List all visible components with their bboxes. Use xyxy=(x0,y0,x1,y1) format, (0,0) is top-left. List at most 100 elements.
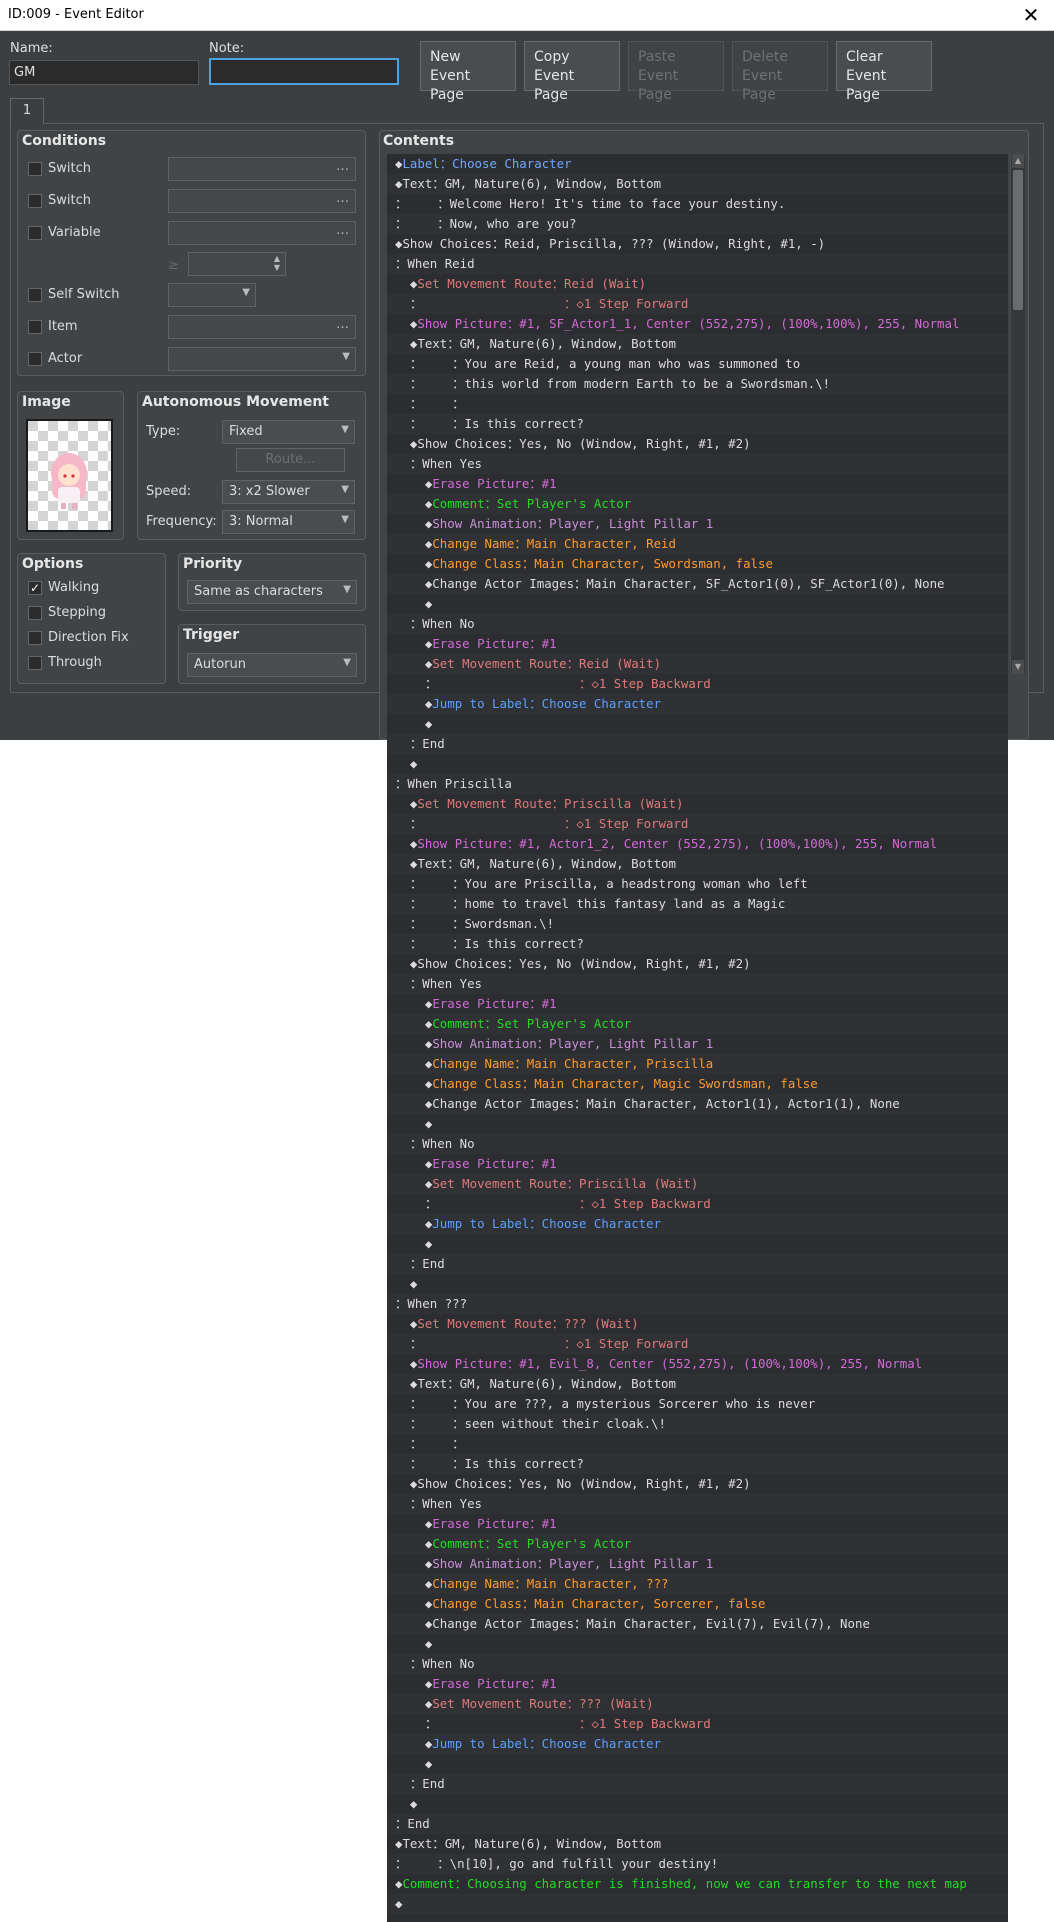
item-selector[interactable]: … xyxy=(168,315,356,339)
command-row[interactable]: ◆Erase Picture：#1 xyxy=(387,1154,1008,1174)
command-row[interactable]: ：End xyxy=(387,734,1008,754)
command-row[interactable]: ： ：You are Priscilla, a headstrong woman… xyxy=(387,874,1008,894)
command-row[interactable]: ◆Change Actor Images：Main Character, Evi… xyxy=(387,1614,1008,1634)
copy-event-page-button[interactable]: Copy Event Page xyxy=(524,41,620,103)
command-row[interactable]: ◆Erase Picture：#1 xyxy=(387,994,1008,1014)
command-row[interactable]: ◆Set Movement Route：Reid (Wait) xyxy=(387,274,1008,294)
trigger-dropdown[interactable]: Autorun ▼ xyxy=(187,653,357,677)
priority-dropdown[interactable]: Same as characters ▼ xyxy=(187,580,357,604)
command-row[interactable]: ◆Comment：Set Player's Actor xyxy=(387,1014,1008,1034)
contents-scrollbar[interactable]: ▲ ▼ xyxy=(1010,154,1025,674)
command-row[interactable]: ◆ xyxy=(387,594,1008,614)
command-row[interactable]: ： ：◇1 Step Forward xyxy=(387,294,1008,314)
command-row[interactable]: ◆Set Movement Route：??? (Wait) xyxy=(387,1694,1008,1714)
command-row[interactable]: ： ：◇1 Step Forward xyxy=(387,814,1008,834)
scroll-down-icon[interactable]: ▼ xyxy=(1012,660,1024,674)
new-event-page-button[interactable]: New Event Page xyxy=(420,41,516,103)
variable-selector[interactable]: … xyxy=(168,221,356,245)
command-row[interactable]: ◆Show Choices：Yes, No (Window, Right, #1… xyxy=(387,954,1008,974)
switch1-checkbox[interactable] xyxy=(28,162,42,176)
item-checkbox[interactable] xyxy=(28,320,42,334)
command-row[interactable]: ◆Show Picture：#1, SF_Actor1_1, Center (5… xyxy=(387,314,1008,334)
command-row[interactable]: ： ：Is this correct? xyxy=(387,1454,1008,1474)
command-row[interactable]: ：When No xyxy=(387,1134,1008,1154)
command-row[interactable]: ：When Yes xyxy=(387,1494,1008,1514)
command-row[interactable]: ◆Change Actor Images：Main Character, Act… xyxy=(387,1094,1008,1114)
command-row[interactable]: ：When Yes xyxy=(387,454,1008,474)
command-row[interactable]: ◆Change Name：Main Character, Priscilla xyxy=(387,1054,1008,1074)
actor-dropdown[interactable]: ▼ xyxy=(168,347,356,371)
command-row[interactable]: ： ：◇1 Step Backward xyxy=(387,1714,1008,1734)
command-row[interactable]: ◆ xyxy=(387,714,1008,734)
frequency-dropdown[interactable]: 3: Normal ▼ xyxy=(222,510,355,534)
command-row[interactable]: ◆Text：GM, Nature(6), Window, Bottom xyxy=(387,334,1008,354)
command-row[interactable]: ： ：Welcome Hero! It's time to face your … xyxy=(387,194,1008,214)
command-row[interactable]: ◆Change Class：Main Character, Sorcerer, … xyxy=(387,1594,1008,1614)
command-row[interactable]: ◆Erase Picture：#1 xyxy=(387,1674,1008,1694)
command-row[interactable]: ： ：You are ???, a mysterious Sorcerer wh… xyxy=(387,1394,1008,1414)
command-row[interactable]: ： ：Swordsman.\! xyxy=(387,914,1008,934)
paste-event-page-button[interactable]: Paste Event Page xyxy=(628,41,724,103)
command-row[interactable]: ： ：Now, who are you? xyxy=(387,214,1008,234)
command-row[interactable]: ： ：\n[10], go and fulfill your destiny! xyxy=(387,1854,1008,1874)
command-row[interactable]: ：When Priscilla xyxy=(387,774,1008,794)
event-command-list[interactable]: ◆Label：Choose Character ◆Text：GM, Nature(… xyxy=(387,154,1008,1922)
command-row[interactable]: ◆Show Choices：Yes, No (Window, Right, #1… xyxy=(387,434,1008,454)
walking-checkbox[interactable]: ✓ xyxy=(28,581,42,595)
command-row[interactable]: ： ：You are Reid, a young man who was sum… xyxy=(387,354,1008,374)
command-row[interactable]: ◆Comment：Set Player's Actor xyxy=(387,1534,1008,1554)
command-row[interactable]: ◆Erase Picture：#1 xyxy=(387,634,1008,654)
command-row[interactable]: ◆Erase Picture：#1 xyxy=(387,1514,1008,1534)
event-image-preview[interactable] xyxy=(26,419,113,532)
command-row[interactable]: ◆Show Animation：Player, Light Pillar 1 xyxy=(387,1034,1008,1054)
command-row[interactable]: ◆Show Picture：#1, Actor1_2, Center (552,… xyxy=(387,834,1008,854)
command-row[interactable]: ◆ xyxy=(387,1114,1008,1134)
route-button[interactable]: Route... xyxy=(236,448,345,472)
movement-type-dropdown[interactable]: Fixed ▼ xyxy=(222,420,355,444)
command-row[interactable]: ◆ xyxy=(387,1754,1008,1774)
command-row[interactable]: ： ：Is this correct? xyxy=(387,414,1008,434)
command-row[interactable]: ◆Change Class：Main Character, Magic Swor… xyxy=(387,1074,1008,1094)
command-row[interactable]: ◆ xyxy=(387,1894,1008,1914)
command-row[interactable]: ◆Show Choices：Reid, Priscilla, ??? (Wind… xyxy=(387,234,1008,254)
self-switch-checkbox[interactable] xyxy=(28,288,42,302)
command-row[interactable]: ◆Jump to Label：Choose Character xyxy=(387,1214,1008,1234)
command-row[interactable]: ◆ xyxy=(387,1234,1008,1254)
command-row[interactable]: ◆Comment：Choosing character is finished,… xyxy=(387,1874,1008,1894)
command-row[interactable]: ：When No xyxy=(387,614,1008,634)
command-row[interactable]: ◆Jump to Label：Choose Character xyxy=(387,694,1008,714)
self-switch-dropdown[interactable]: ▼ xyxy=(168,283,256,307)
command-row[interactable]: ：End xyxy=(387,1254,1008,1274)
command-row[interactable]: ◆Change Name：Main Character, Reid xyxy=(387,534,1008,554)
switch2-selector[interactable]: … xyxy=(168,189,356,213)
command-row[interactable]: ◆Set Movement Route：Reid (Wait) xyxy=(387,654,1008,674)
clear-event-page-button[interactable]: Clear Event Page xyxy=(836,41,932,103)
direction-fix-checkbox[interactable] xyxy=(28,631,42,645)
command-row[interactable]: ◆Text：GM, Nature(6), Window, Bottom xyxy=(387,1374,1008,1394)
command-row[interactable]: ： ：◇1 Step Backward xyxy=(387,674,1008,694)
command-row[interactable]: ： ：Is this correct? xyxy=(387,934,1008,954)
command-row[interactable]: ◆Erase Picture：#1 xyxy=(387,474,1008,494)
command-row[interactable]: ：End xyxy=(387,1814,1008,1834)
stepping-checkbox[interactable] xyxy=(28,606,42,620)
command-row[interactable]: ◆Jump to Label：Choose Character xyxy=(387,1734,1008,1754)
command-row[interactable]: ◆Change Actor Images：Main Character, SF_… xyxy=(387,574,1008,594)
command-row[interactable]: ： ：◇1 Step Backward xyxy=(387,1194,1008,1214)
command-row[interactable]: ◆Text：GM, Nature(6), Window, Bottom xyxy=(387,1834,1008,1854)
command-row[interactable]: ：When ??? xyxy=(387,1294,1008,1314)
command-row[interactable]: ◆Show Animation：Player, Light Pillar 1 xyxy=(387,1554,1008,1574)
command-row[interactable]: ◆Set Movement Route：Priscilla (Wait) xyxy=(387,794,1008,814)
command-row[interactable]: ： ：this world from modern Earth to be a … xyxy=(387,374,1008,394)
command-row[interactable]: ◆Set Movement Route：Priscilla (Wait) xyxy=(387,1174,1008,1194)
tab-page-1[interactable]: 1 xyxy=(10,98,44,124)
name-field[interactable]: GM xyxy=(9,60,199,85)
command-row[interactable]: ：When No xyxy=(387,1654,1008,1674)
scroll-up-icon[interactable]: ▲ xyxy=(1012,154,1024,168)
command-row[interactable]: ◆Show Choices：Yes, No (Window, Right, #1… xyxy=(387,1474,1008,1494)
command-row[interactable]: ◆Show Picture：#1, Evil_8, Center (552,27… xyxy=(387,1354,1008,1374)
command-row[interactable]: ◆Change Class：Main Character, Swordsman,… xyxy=(387,554,1008,574)
command-row[interactable]: ◆Label：Choose Character xyxy=(387,154,1008,174)
switch2-checkbox[interactable] xyxy=(28,194,42,208)
command-row[interactable]: ： ：home to travel this fantasy land as a… xyxy=(387,894,1008,914)
command-row[interactable]: ◆Change Name：Main Character, ??? xyxy=(387,1574,1008,1594)
